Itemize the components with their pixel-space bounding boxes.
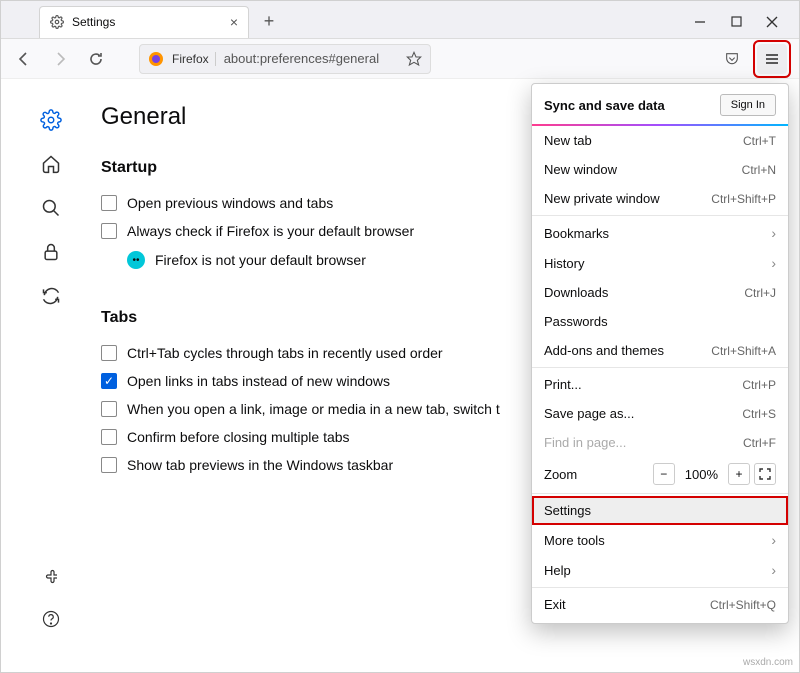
tab-title: Settings — [72, 15, 115, 29]
menu-new-window[interactable]: New windowCtrl+N — [532, 155, 788, 184]
menu-more-tools[interactable]: More tools› — [532, 525, 788, 555]
tab-strip: Settings × + — [1, 1, 799, 39]
always-check-label: Always check if Firefox is your default … — [127, 223, 414, 239]
menu-passwords[interactable]: Passwords — [532, 307, 788, 336]
confirm-label: Confirm before closing multiple tabs — [127, 429, 350, 445]
bookmark-star-icon[interactable] — [406, 51, 422, 67]
general-category-icon[interactable] — [40, 109, 62, 131]
zoom-in-button[interactable]: + — [728, 463, 750, 485]
url-text: about:preferences#general — [224, 51, 379, 66]
menu-exit[interactable]: ExitCtrl+Shift+Q — [532, 590, 788, 619]
forward-button[interactable] — [45, 44, 75, 74]
privacy-category-icon[interactable] — [40, 241, 62, 263]
sync-category-icon[interactable] — [40, 285, 62, 307]
app-menu-panel: Sync and save data Sign In New tabCtrl+T… — [531, 83, 789, 624]
help-icon[interactable] — [40, 608, 62, 630]
hamburger-highlight — [753, 40, 791, 78]
back-button[interactable] — [9, 44, 39, 74]
sync-title: Sync and save data — [544, 98, 665, 113]
checkbox-ctrl-tab[interactable] — [101, 345, 117, 361]
watermark: wsxdn.com — [743, 657, 793, 668]
extensions-icon[interactable] — [40, 564, 62, 586]
close-window-button[interactable] — [755, 8, 789, 36]
search-category-icon[interactable] — [40, 197, 62, 219]
menu-history[interactable]: History› — [532, 248, 788, 278]
browser-window: Settings × + Firefox about:preferences#g… — [0, 0, 800, 673]
sign-in-button[interactable]: Sign In — [720, 94, 776, 116]
app-menu-button[interactable] — [757, 44, 787, 74]
chevron-right-icon: › — [771, 225, 776, 241]
maximize-button[interactable] — [719, 8, 753, 36]
previews-label: Show tab previews in the Windows taskbar — [127, 457, 393, 473]
chevron-right-icon: › — [771, 255, 776, 271]
menu-downloads[interactable]: DownloadsCtrl+J — [532, 278, 788, 307]
menu-print[interactable]: Print...Ctrl+P — [532, 370, 788, 399]
fullscreen-button[interactable] — [754, 463, 776, 485]
firefox-logo-icon — [148, 51, 164, 67]
new-tab-button[interactable]: + — [255, 8, 283, 36]
menu-addons[interactable]: Add-ons and themesCtrl+Shift+A — [532, 336, 788, 365]
checkbox-confirm[interactable] — [101, 429, 117, 445]
sad-face-icon: •• — [127, 251, 145, 269]
checkbox-previews[interactable] — [101, 457, 117, 473]
close-icon[interactable]: × — [230, 14, 238, 30]
pocket-button[interactable] — [717, 44, 747, 74]
url-bar[interactable]: Firefox about:preferences#general — [139, 44, 431, 74]
panel-sync-header: Sync and save data Sign In — [532, 84, 788, 126]
menu-new-tab[interactable]: New tabCtrl+T — [532, 126, 788, 155]
chevron-right-icon: › — [771, 562, 776, 578]
window-controls — [683, 8, 793, 36]
navigation-toolbar: Firefox about:preferences#general — [1, 39, 799, 79]
checkbox-always-check[interactable] — [101, 223, 117, 239]
checkbox-open-previous[interactable] — [101, 195, 117, 211]
menu-bookmarks[interactable]: Bookmarks› — [532, 218, 788, 248]
zoom-out-button[interactable]: − — [653, 463, 675, 485]
tab-settings[interactable]: Settings × — [39, 6, 249, 38]
minimize-button[interactable] — [683, 8, 717, 36]
home-category-icon[interactable] — [40, 153, 62, 175]
reload-button[interactable] — [81, 44, 111, 74]
when-open-label: When you open a link, image or media in … — [127, 401, 500, 417]
open-previous-label: Open previous windows and tabs — [127, 195, 333, 211]
menu-new-private[interactable]: New private windowCtrl+Shift+P — [532, 184, 788, 213]
menu-zoom: Zoom − 100% + — [532, 457, 788, 491]
menu-save-as[interactable]: Save page as...Ctrl+S — [532, 399, 788, 428]
menu-find[interactable]: Find in page...Ctrl+F — [532, 428, 788, 457]
identity-label: Firefox — [172, 52, 216, 66]
chevron-right-icon: › — [771, 532, 776, 548]
zoom-label: Zoom — [544, 467, 577, 482]
ctrl-tab-label: Ctrl+Tab cycles through tabs in recently… — [127, 345, 443, 361]
checkbox-open-links[interactable]: ✓ — [101, 373, 117, 389]
gear-icon — [50, 15, 64, 29]
checkbox-when-open[interactable] — [101, 401, 117, 417]
zoom-value: 100% — [679, 467, 724, 482]
menu-settings[interactable]: Settings — [532, 496, 788, 525]
preferences-sidebar — [1, 79, 101, 672]
menu-help[interactable]: Help› — [532, 555, 788, 585]
not-default-label: Firefox is not your default browser — [155, 252, 366, 268]
open-links-label: Open links in tabs instead of new window… — [127, 373, 390, 389]
